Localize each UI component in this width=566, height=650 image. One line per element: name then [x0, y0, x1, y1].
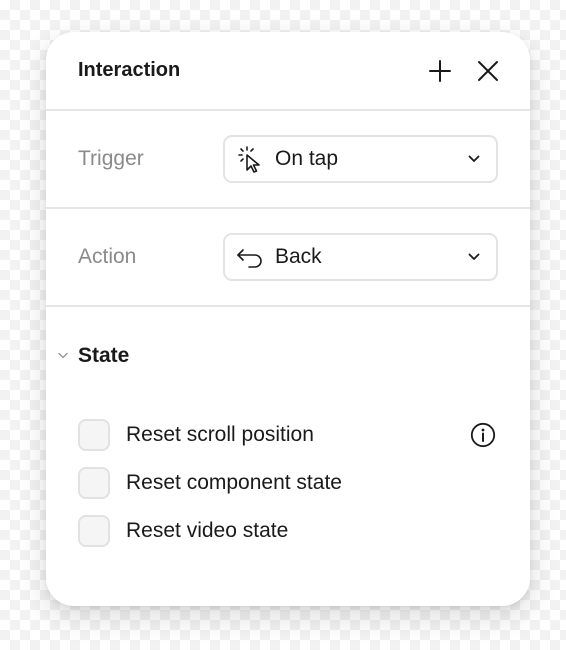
add-button[interactable]	[426, 57, 454, 85]
state-section-header[interactable]: State	[58, 343, 498, 369]
panel-title: Interaction	[78, 59, 181, 81]
trigger-label: Trigger	[78, 147, 144, 170]
reset-component-label: Reset component state	[126, 471, 342, 494]
reset-component-checkbox[interactable]	[78, 467, 110, 499]
reset-scroll-checkbox[interactable]	[78, 419, 110, 451]
reset-scroll-label: Reset scroll position	[126, 423, 314, 446]
action-label: Action	[78, 245, 137, 268]
trigger-value: On tap	[275, 147, 339, 170]
state-section-title: State	[78, 344, 130, 367]
chevron-down-icon	[466, 151, 482, 167]
state-section: State Reset scroll position Reset compon…	[46, 307, 530, 563]
action-row: Action Back	[46, 209, 530, 307]
info-icon[interactable]	[470, 422, 496, 448]
trigger-select[interactable]: On tap	[223, 135, 498, 183]
state-options: Reset scroll position Reset component st…	[78, 403, 498, 563]
trigger-row: Trigger On tap	[46, 111, 530, 209]
reset-video-checkbox[interactable]	[78, 515, 110, 547]
chevron-down-icon[interactable]	[56, 348, 70, 362]
action-select[interactable]: Back	[223, 233, 498, 281]
panel-header: Interaction	[46, 32, 530, 111]
interaction-panel: Interaction Trigger On tap Action Back S…	[46, 32, 530, 606]
reset-video-label: Reset video state	[126, 519, 289, 542]
plus-icon	[429, 59, 451, 82]
chevron-down-icon	[466, 249, 482, 265]
close-button[interactable]	[474, 57, 502, 85]
tap-cursor-icon	[235, 145, 267, 173]
close-icon	[478, 60, 498, 81]
action-value: Back	[275, 245, 322, 268]
reset-video-option[interactable]: Reset video state	[78, 499, 498, 563]
back-arrow-icon	[235, 243, 267, 271]
